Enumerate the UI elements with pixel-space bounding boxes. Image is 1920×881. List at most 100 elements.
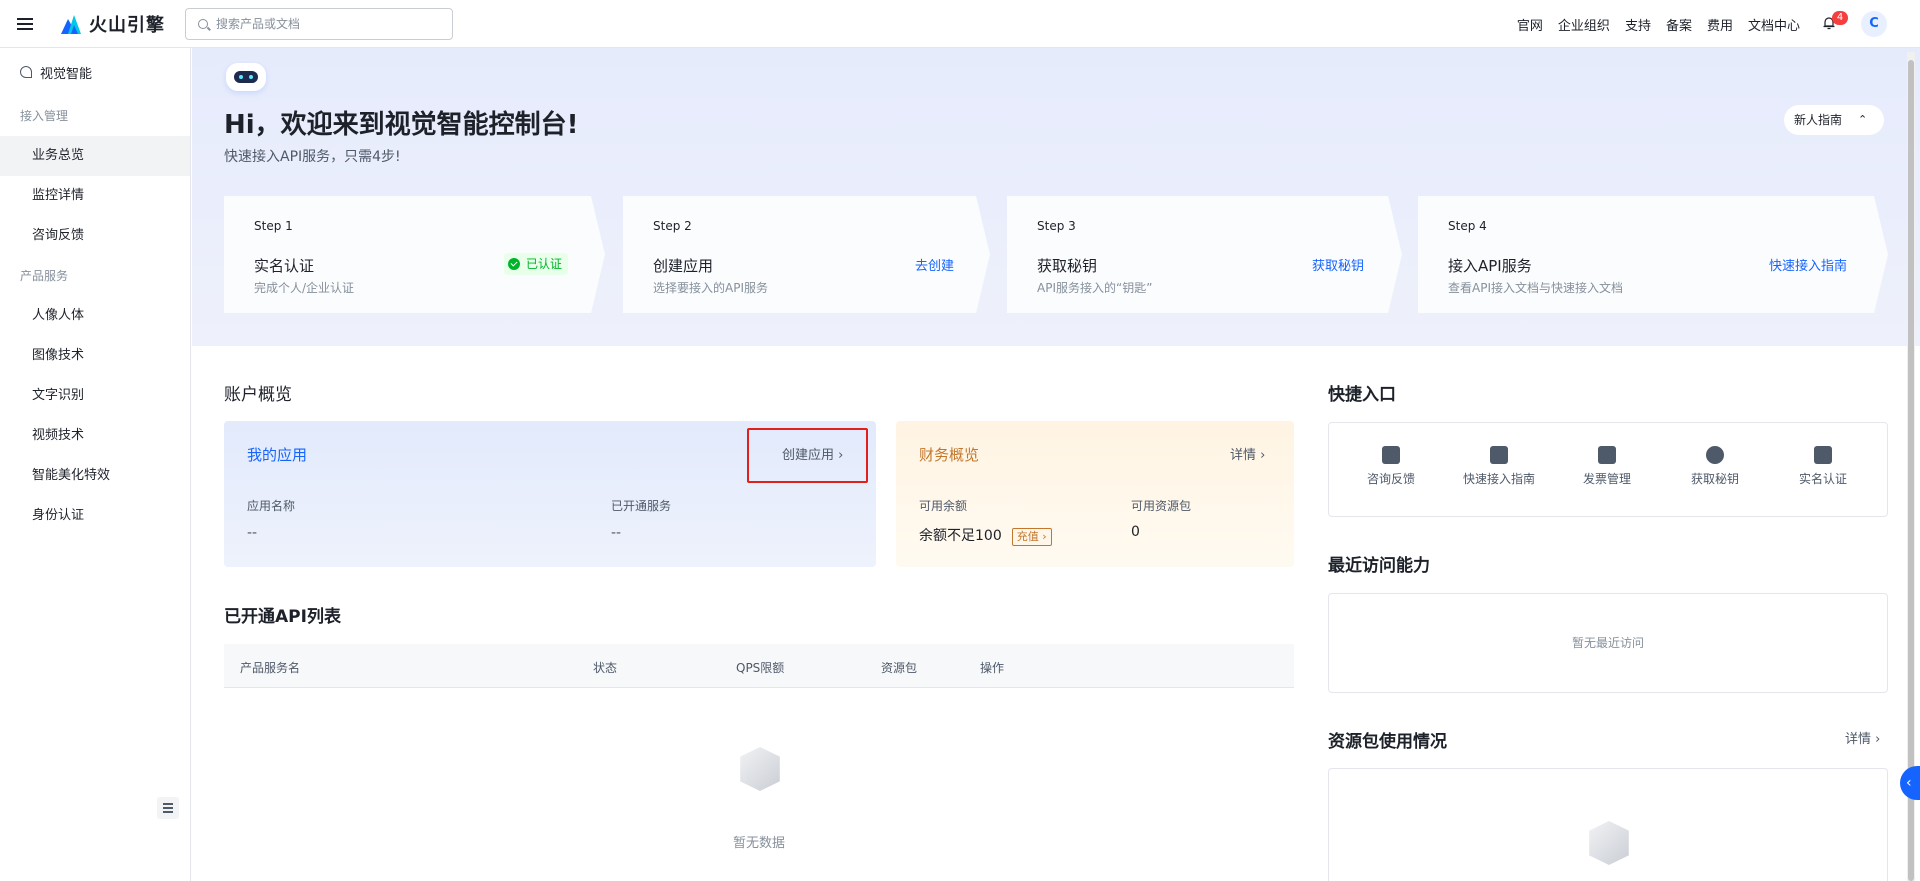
quick-entry-title: 快捷入口 xyxy=(1328,385,1396,405)
quick-item-verify[interactable]: 实名认证 xyxy=(1778,446,1868,487)
verified-badge: 已认证 xyxy=(504,253,568,275)
verified-label: 已认证 xyxy=(526,257,563,271)
quick-item-label: 发票管理 xyxy=(1582,472,1631,486)
step-desc: 查看API接入文档与快速接入文档 xyxy=(1448,281,1623,295)
chevron-up-icon: ⌃ xyxy=(1858,113,1868,126)
top-link-filing[interactable]: 备案 xyxy=(1666,15,1692,34)
search-icon xyxy=(198,18,208,29)
resource-usage-panel xyxy=(1328,768,1888,881)
folder-icon xyxy=(1598,446,1616,464)
quick-entry-panel: 咨询反馈 快速接入指南 发票管理 获取秘钥 实名认证 xyxy=(1328,422,1888,517)
finance-detail-link[interactable]: 详情 › xyxy=(1230,444,1265,463)
app-name-value: -- xyxy=(247,525,258,541)
sidebar-header-label: 视觉智能 xyxy=(40,66,93,82)
search-placeholder: 搜索产品或文档 xyxy=(216,17,301,31)
column-header: 状态 xyxy=(593,661,618,675)
step-title: 创建应用 xyxy=(653,257,714,275)
resource-pack-label: 可用资源包 xyxy=(1131,499,1192,513)
sidebar-item-feedback[interactable]: 咨询反馈 xyxy=(0,216,190,256)
sidebar-collapse-icon[interactable] xyxy=(157,797,179,819)
step-title: 实名认证 xyxy=(254,257,315,275)
quick-item-invoice[interactable]: 发票管理 xyxy=(1562,446,1652,487)
key-icon xyxy=(1706,446,1724,464)
sidebar-item-overview[interactable]: 业务总览 xyxy=(0,136,190,176)
step-title: 获取秘钥 xyxy=(1037,257,1098,275)
step-number: Step 3 xyxy=(1037,219,1076,233)
chat-icon xyxy=(1382,446,1400,464)
column-header: 资源包 xyxy=(881,661,918,675)
column-header: 操作 xyxy=(980,661,1005,675)
app-name-label: 应用名称 xyxy=(247,499,296,513)
step-desc: 完成个人/企业认证 xyxy=(254,281,355,295)
service-value: -- xyxy=(611,525,622,541)
resource-detail-label: 详情 xyxy=(1845,732,1872,747)
guide-button-label: 新人指南 xyxy=(1794,113,1843,127)
resource-pack-value: 0 xyxy=(1131,524,1140,540)
collapse-panel-icon[interactable]: ‹ xyxy=(1900,766,1920,800)
highlight-box xyxy=(747,428,868,483)
balance-label: 可用余额 xyxy=(919,499,968,513)
volcano-logo-icon xyxy=(61,14,81,34)
quick-item-guide[interactable]: 快速接入指南 xyxy=(1454,446,1544,487)
step-card-2: Step 2 创建应用 选择要接入的API服务 去创建 xyxy=(623,196,990,313)
top-link-docs[interactable]: 文档中心 xyxy=(1748,15,1800,34)
recent-empty-text: 暂无最近访问 xyxy=(1572,636,1645,650)
sidebar-header[interactable]: 视觉智能 xyxy=(0,48,190,96)
step-card-4: Step 4 接入API服务 查看API接入文档与快速接入文档 快速接入指南 xyxy=(1418,196,1888,313)
sidebar-item-monitor[interactable]: 监控详情 xyxy=(0,176,190,216)
page-title: Hi，欢迎来到视觉智能控制台! xyxy=(224,110,579,140)
quick-guide-link[interactable]: 快速接入指南 xyxy=(1769,255,1847,274)
recharge-button[interactable]: 充值 › xyxy=(1011,528,1052,546)
sidebar-group-products: 产品服务 xyxy=(20,269,69,283)
sidebar-item-beauty[interactable]: 智能美化特效 xyxy=(0,456,190,496)
top-link-official[interactable]: 官网 xyxy=(1517,15,1543,34)
sidebar-item-image[interactable]: 图像技术 xyxy=(0,336,190,376)
quick-item-label: 咨询反馈 xyxy=(1366,472,1415,486)
recharge-label: 充值 xyxy=(1016,530,1039,543)
empty-box-icon xyxy=(740,747,780,791)
brand-logo[interactable]: 火山引擎 xyxy=(59,11,165,37)
quick-item-key[interactable]: 获取秘钥 xyxy=(1670,446,1760,487)
quick-item-feedback[interactable]: 咨询反馈 xyxy=(1346,446,1436,487)
resource-detail-link[interactable]: 详情 › xyxy=(1845,728,1880,747)
recent-access-panel: 暂无最近访问 xyxy=(1328,593,1888,693)
id-card-icon xyxy=(1814,446,1832,464)
search-input[interactable]: 搜索产品或文档 xyxy=(185,7,453,40)
column-header: 产品服务名 xyxy=(240,661,301,675)
robot-mascot-icon xyxy=(226,63,266,91)
sidebar: 视觉智能 接入管理 业务总览 监控详情 咨询反馈 产品服务 人像人体 图像技术 … xyxy=(0,48,191,881)
sidebar-item-video[interactable]: 视频技术 xyxy=(0,416,190,456)
top-links: 官网 企业组织 支持 备案 费用 文档中心 xyxy=(1517,0,1800,48)
finance-detail-label: 详情 xyxy=(1230,448,1257,463)
check-circle-icon xyxy=(508,258,520,270)
chevron-right-icon: › xyxy=(1260,448,1266,463)
empty-state-text: 暂无数据 xyxy=(733,836,786,851)
bookmark-icon xyxy=(1490,446,1508,464)
avatar[interactable]: C xyxy=(1861,11,1887,37)
sidebar-item-portrait[interactable]: 人像人体 xyxy=(0,296,190,336)
api-table-header: 产品服务名 状态 QPS限额 资源包 操作 xyxy=(224,644,1294,688)
top-link-org[interactable]: 企业组织 xyxy=(1558,15,1610,34)
top-link-billing[interactable]: 费用 xyxy=(1707,15,1733,34)
get-key-link[interactable]: 获取秘钥 xyxy=(1312,255,1364,274)
my-app-title: 我的应用 xyxy=(247,446,308,464)
brand-name: 火山引擎 xyxy=(89,14,165,36)
finance-title: 财务概览 xyxy=(919,446,980,464)
scrollbar-thumb[interactable] xyxy=(1908,60,1914,881)
notification-badge: 4 xyxy=(1832,11,1848,25)
quick-item-label: 快速接入指南 xyxy=(1462,472,1535,486)
api-list-title: 已开通API列表 xyxy=(224,607,341,627)
step-number: Step 2 xyxy=(653,219,692,233)
step-card-1: Step 1 实名认证 完成个人/企业认证 已认证 xyxy=(224,196,605,313)
sidebar-item-ocr[interactable]: 文字识别 xyxy=(0,376,190,416)
menu-icon[interactable] xyxy=(17,17,33,30)
account-overview-title: 账户概览 xyxy=(224,385,292,405)
sidebar-item-identity[interactable]: 身份认证 xyxy=(0,496,190,536)
new-user-guide-button[interactable]: 新人指南 ⌃ xyxy=(1784,105,1884,135)
resource-usage-title: 资源包使用情况 xyxy=(1328,732,1447,752)
top-link-support[interactable]: 支持 xyxy=(1625,15,1651,34)
column-header: QPS限额 xyxy=(736,661,785,675)
go-create-link[interactable]: 去创建 xyxy=(915,255,954,274)
step-number: Step 4 xyxy=(1448,219,1487,233)
empty-box-icon xyxy=(1589,821,1629,865)
